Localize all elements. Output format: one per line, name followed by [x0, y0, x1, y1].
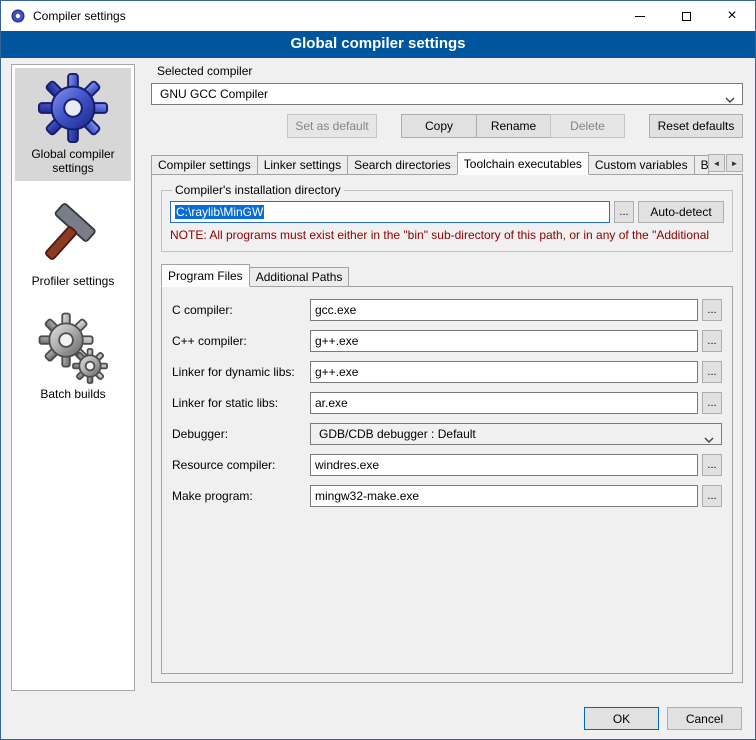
- ok-button[interactable]: OK: [584, 707, 659, 730]
- make-program-value: mingw32-make.exe: [315, 489, 419, 503]
- resource-compiler-input[interactable]: windres.exe: [310, 454, 698, 476]
- field-row-c-compiler: C compiler: gcc.exe ...: [172, 299, 722, 321]
- tab-compiler-settings[interactable]: Compiler settings: [151, 155, 258, 174]
- tab-scroll-buttons: ◄ ►: [708, 154, 743, 172]
- field-row-cpp-compiler: C++ compiler: g++.exe ...: [172, 330, 722, 352]
- sidebar: Global compiler settings Profiler settin…: [11, 64, 135, 691]
- auto-detect-button[interactable]: Auto-detect: [638, 201, 724, 223]
- field-row-debugger: Debugger: GDB/CDB debugger : Default: [172, 423, 722, 445]
- static-linker-label: Linker for static libs:: [172, 396, 310, 410]
- window-title: Compiler settings: [33, 9, 126, 23]
- c-compiler-input[interactable]: gcc.exe: [310, 299, 698, 321]
- note-text: NOTE: All programs must exist either in …: [170, 228, 724, 243]
- tab-additional-paths[interactable]: Additional Paths: [249, 267, 350, 286]
- window-controls: ×: [617, 1, 755, 31]
- field-row-static-linker: Linker for static libs: ar.exe ...: [172, 392, 722, 414]
- compiler-select-value: GNU GCC Compiler: [160, 87, 268, 101]
- resource-compiler-browse-button[interactable]: ...: [702, 454, 722, 476]
- dynamic-linker-input[interactable]: g++.exe: [310, 361, 698, 383]
- close-icon: ×: [727, 8, 736, 24]
- sidebar-item-global-compiler-settings[interactable]: Global compiler settings: [15, 68, 131, 181]
- dynamic-linker-label: Linker for dynamic libs:: [172, 365, 310, 379]
- dialog-footer: OK Cancel: [584, 707, 742, 730]
- tab-linker-settings[interactable]: Linker settings: [257, 155, 348, 174]
- install-dir-value: C:\raylib\MinGW: [175, 205, 264, 219]
- set-as-default-button[interactable]: Set as default: [287, 114, 377, 138]
- field-row-make-program: Make program: mingw32-make.exe ...: [172, 485, 722, 507]
- debugger-select[interactable]: GDB/CDB debugger : Default: [310, 423, 722, 445]
- resource-compiler-label: Resource compiler:: [172, 458, 310, 472]
- make-program-label: Make program:: [172, 489, 310, 503]
- chevron-down-icon: [704, 432, 714, 446]
- install-dir-browse-button[interactable]: ...: [614, 201, 634, 223]
- cpp-compiler-value: g++.exe: [315, 334, 358, 348]
- gear-icon: [37, 72, 109, 144]
- field-row-dynamic-linker: Linker for dynamic libs: g++.exe ...: [172, 361, 722, 383]
- make-program-browse-button[interactable]: ...: [702, 485, 722, 507]
- sidebar-item-profiler-settings[interactable]: Profiler settings: [15, 195, 131, 294]
- settings-tabstrip: Compiler settings Linker settings Search…: [151, 152, 743, 174]
- program-tabstrip: Program Files Additional Paths: [161, 264, 733, 286]
- tab-program-files[interactable]: Program Files: [161, 264, 250, 287]
- install-dir-group: Compiler's installation directory C:\ray…: [161, 183, 733, 252]
- chevron-down-icon: [725, 92, 735, 106]
- compiler-actions: Set as default Copy Rename Delete Reset …: [151, 114, 743, 138]
- hammer-icon: [39, 199, 107, 271]
- app-icon: [10, 8, 26, 24]
- maximize-button[interactable]: [663, 1, 709, 31]
- maximize-icon: [682, 12, 691, 21]
- rename-button[interactable]: Rename: [476, 114, 551, 138]
- install-dir-group-title: Compiler's installation directory: [172, 183, 344, 197]
- tab-toolchain-executables[interactable]: Toolchain executables: [457, 152, 589, 175]
- program-files-page: C compiler: gcc.exe ... C++ compiler: g+…: [161, 286, 733, 674]
- dialog-header: Global compiler settings: [1, 31, 755, 58]
- copy-button[interactable]: Copy: [401, 114, 477, 138]
- debugger-label: Debugger:: [172, 427, 310, 441]
- tab-build-options[interactable]: Build: [694, 155, 709, 174]
- minimize-button[interactable]: [617, 1, 663, 31]
- c-compiler-value: gcc.exe: [315, 303, 356, 317]
- compiler-select[interactable]: GNU GCC Compiler: [151, 83, 743, 105]
- gears-icon: [37, 312, 109, 384]
- field-row-resource-compiler: Resource compiler: windres.exe ...: [172, 454, 722, 476]
- make-program-input[interactable]: mingw32-make.exe: [310, 485, 698, 507]
- cpp-compiler-label: C++ compiler:: [172, 334, 310, 348]
- c-compiler-browse-button[interactable]: ...: [702, 299, 722, 321]
- tab-scroll-left-button[interactable]: ◄: [708, 154, 725, 172]
- compiler-settings-window: Compiler settings × Global compiler sett…: [0, 0, 756, 740]
- dynamic-linker-value: g++.exe: [315, 365, 358, 379]
- close-button[interactable]: ×: [709, 1, 755, 31]
- cpp-compiler-input[interactable]: g++.exe: [310, 330, 698, 352]
- tab-search-directories[interactable]: Search directories: [347, 155, 458, 174]
- static-linker-value: ar.exe: [315, 396, 348, 410]
- delete-button[interactable]: Delete: [550, 114, 625, 138]
- static-linker-browse-button[interactable]: ...: [702, 392, 722, 414]
- static-linker-input[interactable]: ar.exe: [310, 392, 698, 414]
- install-dir-row: C:\raylib\MinGW ... Auto-detect: [170, 201, 724, 223]
- cancel-button[interactable]: Cancel: [667, 707, 742, 730]
- sidebar-item-label: Global compiler settings: [17, 147, 129, 175]
- main-panel: Selected compiler GNU GCC Compiler Set a…: [151, 64, 743, 683]
- sidebar-item-label: Profiler settings: [32, 274, 115, 288]
- titlebar: Compiler settings ×: [1, 1, 755, 31]
- tab-scroll-right-button[interactable]: ►: [726, 154, 743, 172]
- dynamic-linker-browse-button[interactable]: ...: [702, 361, 722, 383]
- cpp-compiler-browse-button[interactable]: ...: [702, 330, 722, 352]
- resource-compiler-value: windres.exe: [315, 458, 379, 472]
- minimize-icon: [635, 16, 645, 17]
- reset-defaults-button[interactable]: Reset defaults: [649, 114, 743, 138]
- debugger-value: GDB/CDB debugger : Default: [319, 427, 476, 441]
- sidebar-item-label: Batch builds: [40, 387, 105, 401]
- install-dir-input[interactable]: C:\raylib\MinGW: [170, 201, 610, 223]
- sidebar-item-batch-builds[interactable]: Batch builds: [15, 308, 131, 407]
- toolchain-executables-page: Compiler's installation directory C:\ray…: [151, 174, 743, 683]
- c-compiler-label: C compiler:: [172, 303, 310, 317]
- selected-compiler-label: Selected compiler: [157, 64, 743, 78]
- tab-custom-variables[interactable]: Custom variables: [588, 155, 695, 174]
